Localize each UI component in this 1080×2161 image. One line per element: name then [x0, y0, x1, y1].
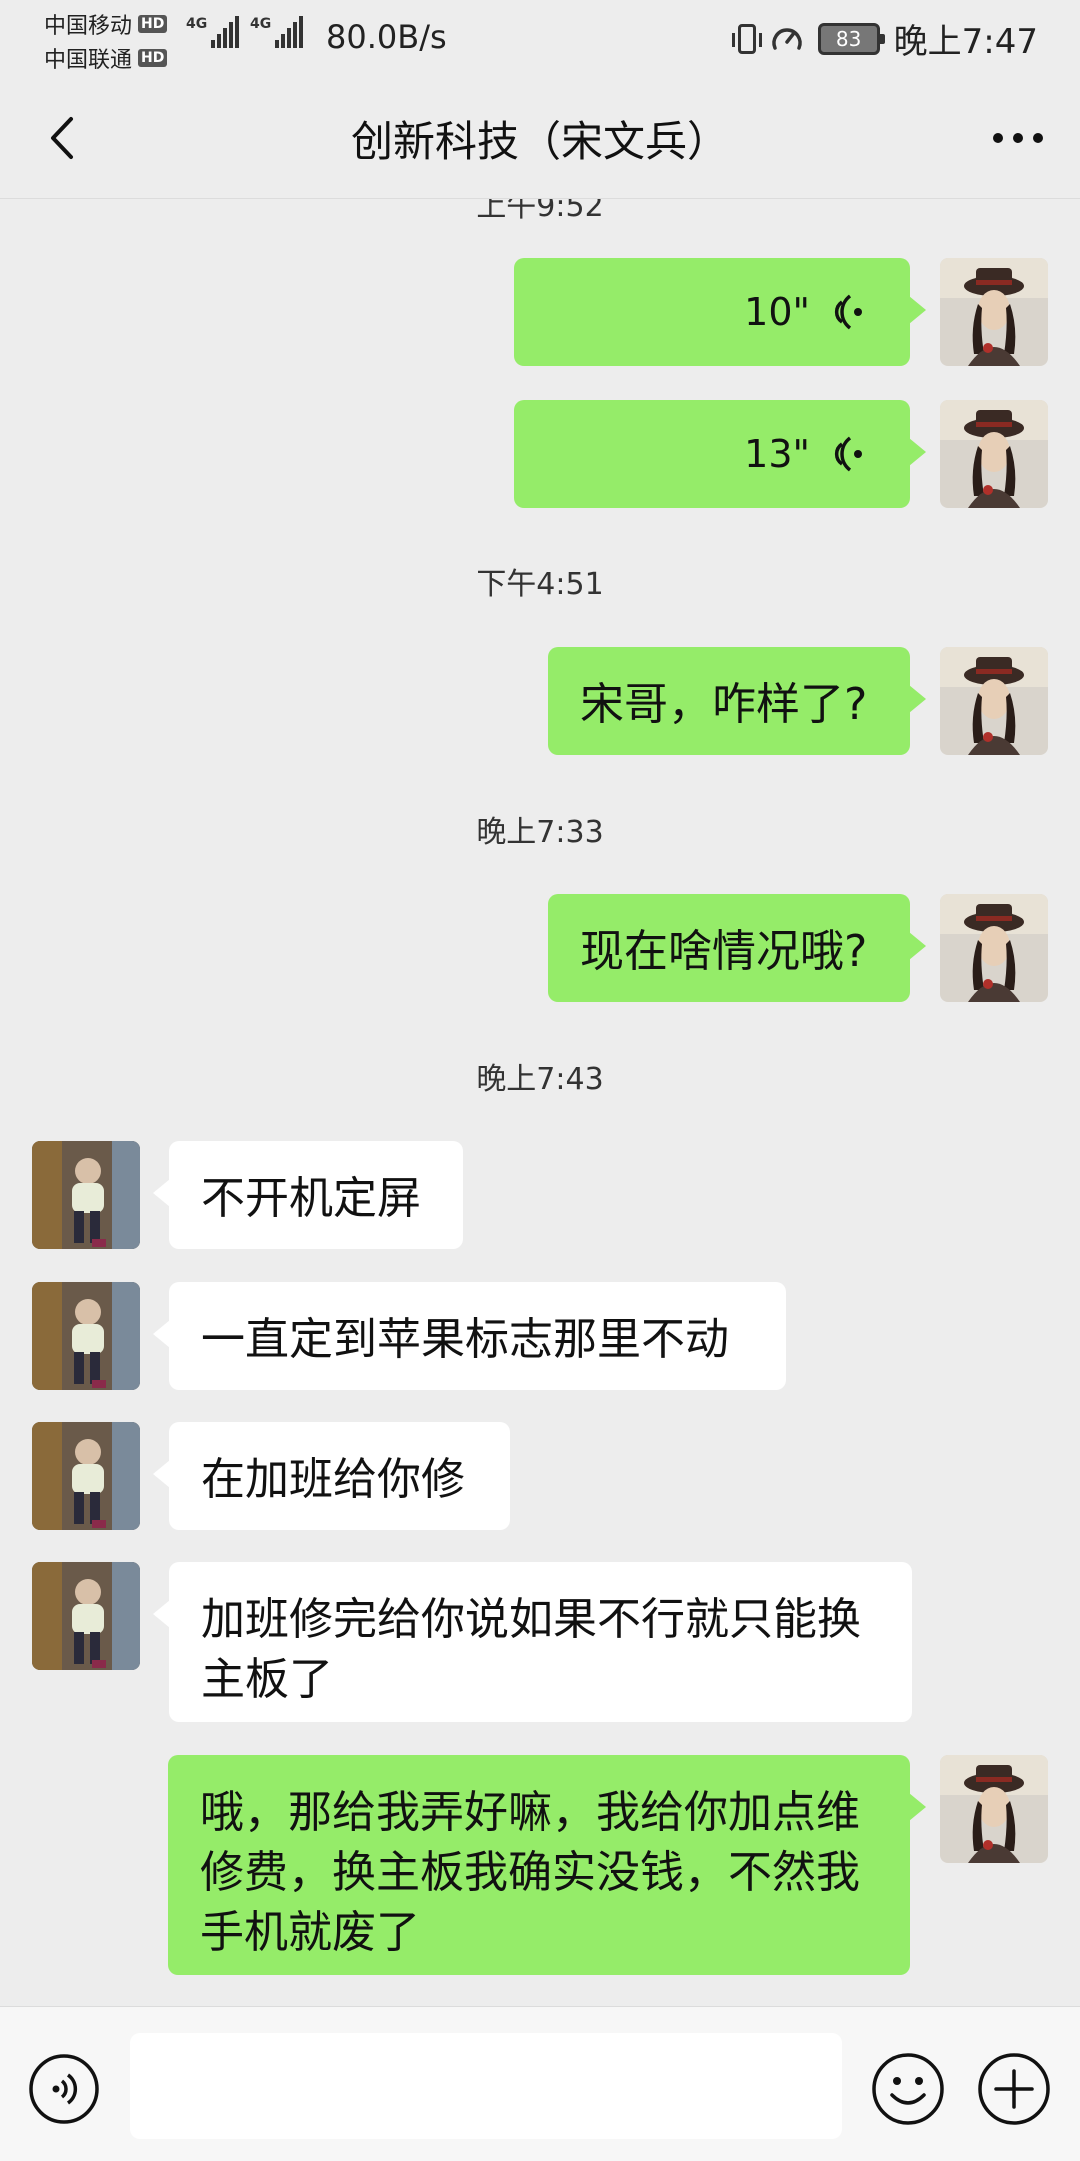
- signal-strength-icon: 4G: [186, 16, 240, 48]
- voice-duration: 10": [744, 290, 810, 334]
- message-bubble[interactable]: 现在啥情况哦?: [548, 894, 926, 1002]
- more-options-icon[interactable]: [988, 116, 1048, 160]
- time-label: 下午4:51: [476, 567, 604, 602]
- gauge-icon: [771, 27, 802, 50]
- battery-icon: 83: [817, 22, 885, 55]
- network-type-label: 4G: [250, 16, 272, 32]
- voice-wave-icon: [834, 436, 862, 472]
- my-avatar[interactable]: [940, 647, 1048, 755]
- signal-strength-icon: 4G: [250, 16, 304, 48]
- emoji-icon[interactable]: [870, 2051, 946, 2127]
- carrier-2: 中国联通 HD: [44, 42, 168, 74]
- message-text: 现在啥情况哦?: [580, 926, 868, 977]
- message-text-line: 主板了: [201, 1654, 333, 1705]
- time-label: 上午9:52: [476, 199, 604, 224]
- time-label: 晚上7:33: [476, 815, 604, 850]
- message-bubble[interactable]: 不开机定屏: [153, 1141, 463, 1249]
- contact-avatar[interactable]: [32, 1422, 140, 1530]
- network-type-label: 4G: [186, 16, 208, 32]
- vibrate-icon: [731, 23, 762, 54]
- input-bar: [0, 2006, 1080, 2161]
- message-input[interactable]: [130, 2033, 842, 2139]
- status-bar: 中国移动 HD 中国联通 HD 4G 4G 80.0B/s 83 晚上7:47: [0, 0, 1080, 78]
- voice-message[interactable]: 13": [514, 400, 926, 508]
- my-avatar[interactable]: [940, 258, 1048, 366]
- voice-duration: 13": [744, 432, 810, 476]
- message-text: 不开机定屏: [201, 1173, 421, 1224]
- message-text-line: 手机就废了: [200, 1907, 420, 1958]
- carrier-1: 中国移动 HD: [44, 8, 168, 40]
- my-avatar[interactable]: [940, 894, 1048, 1002]
- plus-icon[interactable]: [976, 2051, 1052, 2127]
- time-label: 晚上7:43: [476, 1062, 604, 1097]
- chat-area[interactable]: 上午9:52 10" 13" 下午4:51 宋哥，咋样了? 晚上7:33 现在啥…: [0, 199, 1080, 2005]
- clock: 晚上7:47: [893, 22, 1038, 62]
- message-bubble[interactable]: 加班修完给你说如果不行就只能换 主板了: [153, 1562, 912, 1722]
- message-text: 宋哥，咋样了?: [580, 679, 868, 730]
- carrier-1-name: 中国移动: [44, 14, 133, 39]
- my-avatar[interactable]: [940, 400, 1048, 508]
- title-bar: 创新科技（宋文兵）: [0, 78, 1080, 199]
- hd-badge: HD: [138, 49, 168, 67]
- my-avatar[interactable]: [940, 1755, 1048, 1863]
- message-text-line: 修费，换主板我确实没钱，不然我: [200, 1847, 860, 1898]
- message-bubble[interactable]: 哦，那给我弄好嘛，我给你加点维 修费，换主板我确实没钱，不然我 手机就废了: [168, 1755, 926, 1975]
- network-speed: 80.0B/s: [326, 18, 447, 56]
- carrier-2-name: 中国联通: [44, 48, 133, 73]
- message-text-line: 哦，那给我弄好嘛，我给你加点维: [200, 1787, 860, 1838]
- message-text-line: 加班修完给你说如果不行就只能换: [201, 1594, 861, 1645]
- contact-avatar[interactable]: [32, 1562, 140, 1670]
- message-bubble[interactable]: 在加班给你修: [153, 1422, 510, 1530]
- voice-wave-icon: [834, 294, 862, 330]
- voice-message[interactable]: 10": [514, 258, 926, 366]
- contact-avatar[interactable]: [32, 1282, 140, 1390]
- message-bubble[interactable]: 一直定到苹果标志那里不动: [153, 1282, 786, 1390]
- status-right: 83 晚上7:47: [731, 14, 1038, 63]
- hd-badge: HD: [138, 15, 168, 33]
- message-text: 在加班给你修: [201, 1454, 465, 1505]
- voice-input-icon[interactable]: [28, 2053, 100, 2125]
- chat-title: 创新科技（宋文兵）: [350, 117, 729, 166]
- message-bubble[interactable]: 宋哥，咋样了?: [548, 647, 926, 755]
- message-text: 一直定到苹果标志那里不动: [201, 1314, 729, 1365]
- contact-avatar[interactable]: [32, 1141, 140, 1249]
